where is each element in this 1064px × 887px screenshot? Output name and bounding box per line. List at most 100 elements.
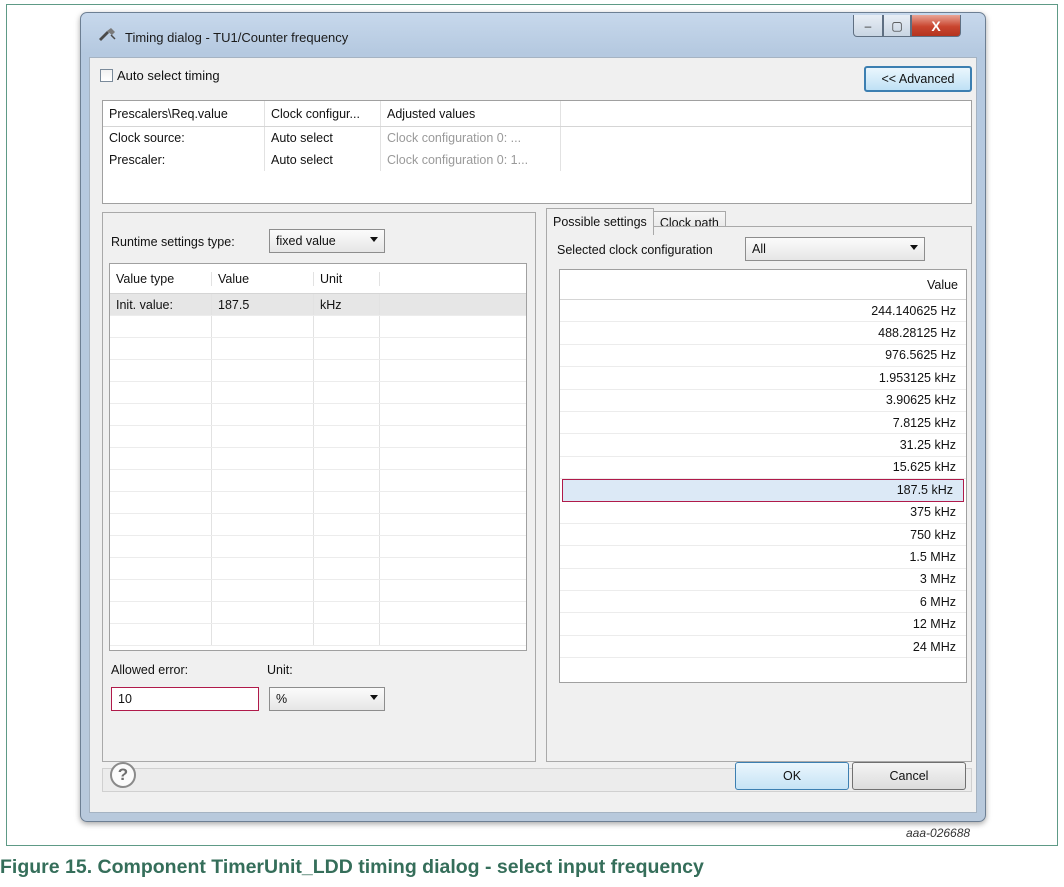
dialog-client-area: Auto select timing << Advanced Prescaler… (89, 57, 977, 813)
empty-cell (110, 426, 212, 447)
empty-cell (110, 316, 212, 337)
empty-cell (110, 558, 212, 579)
selected-clock-label: Selected clock configuration (557, 243, 713, 257)
clock-configuration-value: All (752, 242, 766, 256)
column-header-value-type[interactable]: Value type (110, 271, 212, 286)
figure-id: aaa-026688 (906, 826, 971, 840)
runtime-settings-panel: Runtime settings type: fixed value Value… (102, 212, 536, 762)
list-item[interactable]: 244.140625 Hz (560, 300, 966, 323)
value-type-cell: Init. value: (110, 294, 212, 315)
runtime-settings-value: fixed value (276, 234, 336, 248)
figure-caption: Figure 15. Component TimerUnit_LDD timin… (0, 856, 704, 878)
auto-select-checkbox[interactable] (100, 69, 113, 82)
adjusted-value-cell: Clock configuration 0: ... (381, 127, 561, 149)
unit-cell[interactable]: kHz (314, 294, 380, 315)
empty-cell (212, 536, 314, 557)
table-row-empty (110, 580, 526, 602)
list-item[interactable]: 3 MHz (560, 569, 966, 592)
list-item[interactable]: 976.5625 Hz (560, 345, 966, 368)
unit-dropdown[interactable]: % (269, 687, 385, 711)
help-icon[interactable]: ? (110, 762, 136, 788)
list-item[interactable]: 7.8125 kHz (560, 412, 966, 435)
empty-cell (314, 492, 380, 513)
table-row-empty (110, 624, 526, 646)
list-item[interactable]: 3.90625 kHz (560, 390, 966, 412)
ok-button[interactable]: OK (735, 762, 849, 790)
allowed-error-input[interactable]: 10 (111, 687, 259, 711)
tab-possible-settings[interactable]: Possible settings (546, 208, 654, 235)
list-item[interactable]: 488.28125 Hz (560, 322, 966, 345)
empty-cell (212, 602, 314, 623)
close-button[interactable]: X (911, 15, 961, 37)
empty-cell (212, 382, 314, 403)
column-header-clock-config[interactable]: Clock configur... (265, 101, 381, 126)
auto-select-row[interactable]: Auto select timing (100, 68, 220, 83)
list-item[interactable]: 24 MHz (560, 636, 966, 659)
empty-cell (110, 580, 212, 601)
value-cell[interactable]: 187.5 (212, 294, 314, 315)
empty-cell (212, 624, 314, 645)
adjusted-value-cell: Clock configuration 0: 1... (381, 149, 561, 171)
column-header-value[interactable]: Value (560, 270, 966, 300)
runtime-settings-dropdown[interactable]: fixed value (269, 229, 385, 253)
prescaler-table: Prescalers\Req.value Clock configur... A… (102, 100, 972, 204)
auto-select-label: Auto select timing (117, 68, 220, 83)
empty-cell (110, 338, 212, 359)
chevron-down-icon (910, 245, 918, 250)
list-item[interactable]: 750 kHz (560, 524, 966, 547)
empty-cell (212, 316, 314, 337)
empty-rows (110, 316, 526, 646)
empty-cell (314, 448, 380, 469)
table-row-empty (110, 404, 526, 426)
init-value-table-header: Value type Value Unit (110, 264, 526, 294)
clock-configuration-dropdown[interactable]: All (745, 237, 925, 261)
column-header-prescalers[interactable]: Prescalers\Req.value (103, 101, 265, 126)
list-item[interactable]: 1.5 MHz (560, 546, 966, 569)
list-item[interactable]: 187.5 kHz (562, 479, 964, 502)
empty-cell (110, 602, 212, 623)
clock-config-cell[interactable]: Auto select (265, 127, 381, 149)
prescaler-table-header: Prescalers\Req.value Clock configur... A… (103, 101, 971, 127)
empty-cell (314, 536, 380, 557)
empty-cell (110, 382, 212, 403)
table-row[interactable]: Prescaler: Auto select Clock configurati… (103, 149, 971, 171)
init-value-table: Value type Value Unit Init. value: 187.5… (109, 263, 527, 651)
empty-cell (314, 624, 380, 645)
empty-cell (314, 470, 380, 491)
maximize-button[interactable]: ▢ (883, 15, 911, 37)
empty-cell (212, 404, 314, 425)
column-header-unit[interactable]: Unit (314, 271, 380, 286)
minimize-button[interactable]: – (853, 15, 883, 37)
empty-cell (212, 426, 314, 447)
empty-cell (314, 514, 380, 535)
possible-settings-panel: Selected clock configuration All Value 2… (546, 226, 972, 762)
table-row[interactable]: Clock source: Auto select Clock configur… (103, 127, 971, 149)
allowed-error-label: Allowed error: (111, 663, 189, 677)
table-row[interactable]: Init. value: 187.5 kHz (110, 294, 526, 316)
column-header-value[interactable]: Value (212, 271, 314, 286)
list-item[interactable]: 1.953125 kHz (560, 367, 966, 390)
table-row-empty (110, 470, 526, 492)
advanced-button[interactable]: << Advanced (864, 66, 972, 92)
list-item[interactable]: 6 MHz (560, 591, 966, 614)
empty-cell (314, 382, 380, 403)
empty-cell (110, 448, 212, 469)
empty-cell (212, 492, 314, 513)
title-bar[interactable]: Timing dialog - TU1/Counter frequency – … (81, 13, 985, 57)
empty-cell (212, 580, 314, 601)
list-item[interactable]: 375 kHz (560, 502, 966, 524)
empty-cell (110, 470, 212, 491)
empty-cell (314, 426, 380, 447)
list-item[interactable]: 12 MHz (560, 613, 966, 636)
table-row-empty (110, 382, 526, 404)
cancel-button[interactable]: Cancel (852, 762, 966, 790)
empty-cell (110, 536, 212, 557)
list-item[interactable]: 15.625 kHz (560, 457, 966, 480)
empty-cell (110, 624, 212, 645)
clock-config-cell[interactable]: Auto select (265, 149, 381, 171)
table-row-empty (110, 514, 526, 536)
empty-cell (110, 514, 212, 535)
empty-cell (212, 338, 314, 359)
list-item[interactable]: 31.25 kHz (560, 434, 966, 457)
column-header-adjusted-values[interactable]: Adjusted values (381, 101, 561, 126)
